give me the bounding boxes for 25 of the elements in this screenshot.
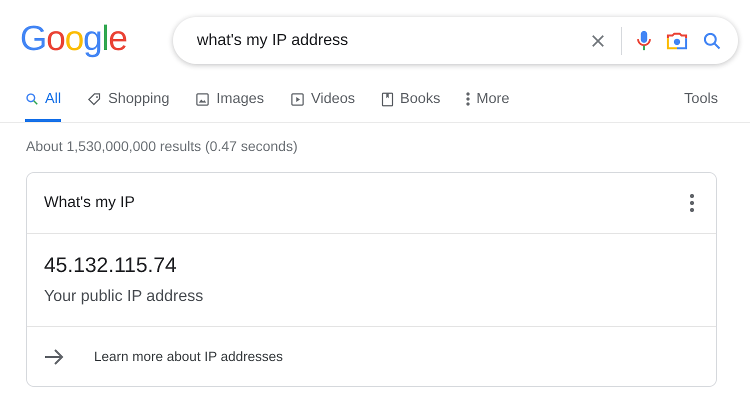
ip-address: 45.132.115.74 <box>44 254 178 278</box>
kebab-icon <box>466 92 470 106</box>
tag-icon <box>87 92 102 106</box>
arrow-icon <box>44 348 64 364</box>
microphone-icon[interactable] <box>636 30 652 52</box>
search-icon <box>25 92 39 106</box>
logo[interactable]: Google <box>20 21 127 56</box>
ip-caption: Your public IP address <box>44 288 204 306</box>
nav-tab[interactable]: Videos <box>290 87 356 122</box>
tools-link[interactable]: Tools <box>684 87 718 122</box>
search-field[interactable]: what's my IP address <box>194 30 575 50</box>
search-icon[interactable] <box>702 30 722 50</box>
image-icon <box>195 92 210 106</box>
card-title: What's my IP <box>44 194 135 212</box>
play-icon <box>290 92 305 106</box>
nav-tab[interactable]: Shopping <box>87 87 170 122</box>
learn-more-link[interactable]: Learn more about IP addresses <box>94 349 283 364</box>
nav-tab[interactable]: Books <box>381 87 440 122</box>
book-icon <box>381 92 394 106</box>
result-stats: About 1,530,000,000 results (0.47 seconds) <box>25 137 299 154</box>
nav-tab[interactable]: More <box>466 87 510 122</box>
camera-icon[interactable] <box>666 30 688 50</box>
nav-tab[interactable]: All <box>25 87 62 122</box>
nav-tab[interactable]: Images <box>195 87 264 122</box>
kebab-icon[interactable] <box>690 194 694 212</box>
